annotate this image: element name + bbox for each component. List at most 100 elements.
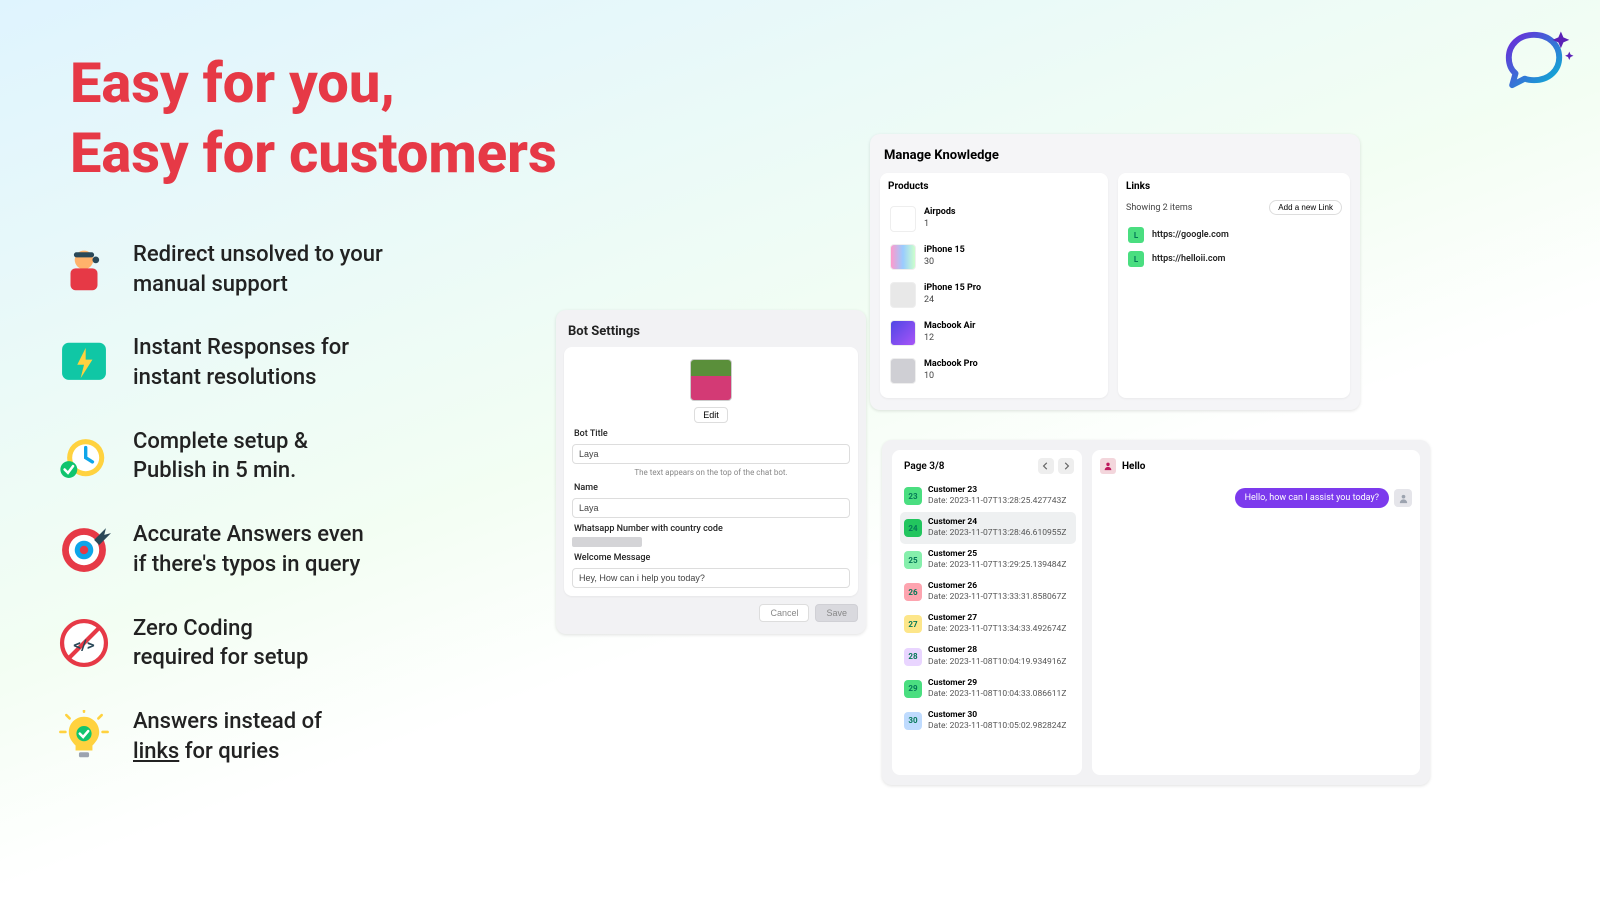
link-row[interactable]: L https://google.com (1126, 223, 1342, 247)
product-count: 10 (924, 371, 978, 383)
inbox-panel: Page 3/8 23 Customer 23 Date: 2023-11-07… (882, 440, 1430, 785)
product-count: 24 (924, 295, 981, 307)
lightning-icon (56, 336, 111, 391)
link-url: https://helloii.com (1152, 254, 1226, 264)
chat-avatar-icon (1100, 458, 1116, 474)
feature-answers: Answers instead of links for quries (56, 707, 383, 766)
whatsapp-label: Whatsapp Number with country code (574, 524, 848, 534)
bot-settings-title: Bot Settings (556, 320, 866, 347)
links-title: Links (1126, 181, 1342, 192)
headline-line2: Easy for customers (70, 118, 557, 188)
name-input[interactable] (572, 498, 850, 518)
customer-row[interactable]: 29 Customer 29 Date: 2023-11-08T10:04:33… (900, 673, 1076, 705)
feature-nocode: </> Zero Coding required for setup (56, 614, 383, 673)
link-url: https://google.com (1152, 230, 1229, 240)
chat-title: Hello (1122, 461, 1145, 472)
manage-knowledge-panel: Manage Knowledge Products Airpods 1 iPho… (870, 134, 1360, 410)
manage-knowledge-title: Manage Knowledge (880, 144, 1350, 173)
no-code-icon: </> (56, 616, 111, 671)
product-count: 12 (924, 333, 975, 345)
feature-instant: Instant Responses for instant resolution… (56, 333, 383, 392)
clock-check-icon (56, 429, 111, 484)
customer-badge-icon: 28 (904, 648, 922, 666)
bot-title-input[interactable] (572, 444, 850, 464)
link-badge-icon: L (1128, 251, 1144, 267)
link-badge-icon: L (1128, 227, 1144, 243)
product-name: iPhone 15 (924, 245, 965, 257)
customer-row[interactable]: 24 Customer 24 Date: 2023-11-07T13:28:46… (900, 512, 1076, 544)
whatsapp-input-redacted[interactable] (572, 537, 642, 547)
name-label: Name (574, 483, 848, 493)
idea-check-icon (56, 709, 111, 764)
customer-name: Customer 27 (928, 613, 1066, 624)
products-title: Products (888, 181, 1100, 192)
add-link-button[interactable]: Add a new Link (1269, 200, 1342, 215)
prev-page-button[interactable] (1038, 458, 1054, 474)
customer-row[interactable]: 28 Customer 28 Date: 2023-11-08T10:04:19… (900, 640, 1076, 672)
product-row[interactable]: iPhone 15 30 (888, 238, 1100, 276)
customer-row[interactable]: 23 Customer 23 Date: 2023-11-07T13:28:25… (900, 480, 1076, 512)
customer-date: Date: 2023-11-08T10:04:19.934916Z (928, 657, 1066, 668)
customer-row[interactable]: 25 Customer 25 Date: 2023-11-07T13:29:25… (900, 544, 1076, 576)
customer-badge-icon: 26 (904, 583, 922, 601)
product-count: 30 (924, 257, 965, 269)
product-row[interactable]: Airpods 1 (888, 200, 1100, 238)
products-card: Products Airpods 1 iPhone 15 30 iPhone 1… (880, 173, 1108, 398)
bot-settings-panel: Bot Settings Edit Bot Title The text app… (556, 310, 866, 634)
cancel-button[interactable]: Cancel (759, 604, 809, 622)
customer-badge-icon: 24 (904, 519, 922, 537)
product-name: Macbook Air (924, 321, 975, 333)
customer-row[interactable]: 26 Customer 26 Date: 2023-11-07T13:33:31… (900, 576, 1076, 608)
customer-date: Date: 2023-11-07T13:33:31.858067Z (928, 592, 1066, 603)
chat-card: Hello Hello, how can I assist you today? (1092, 450, 1420, 775)
customer-date: Date: 2023-11-08T10:04:33.086611Z (928, 689, 1066, 700)
links-showing: Showing 2 items (1126, 203, 1192, 213)
welcome-label: Welcome Message (574, 553, 848, 563)
customer-name: Customer 25 (928, 549, 1066, 560)
customer-date: Date: 2023-11-07T13:34:33.492674Z (928, 624, 1066, 635)
customer-row[interactable]: 27 Customer 27 Date: 2023-11-07T13:34:33… (900, 608, 1076, 640)
customer-name: Customer 26 (928, 581, 1066, 592)
welcome-input[interactable] (572, 568, 850, 588)
customer-row[interactable]: 30 Customer 30 Date: 2023-11-08T10:05:02… (900, 705, 1076, 737)
customer-badge-icon: 29 (904, 680, 922, 698)
feature-accurate: Accurate Answers even if there's typos i… (56, 520, 383, 579)
feature-text: Accurate Answers even if there's typos i… (133, 520, 364, 579)
feature-text: Instant Responses for instant resolution… (133, 333, 349, 392)
customer-badge-icon: 23 (904, 487, 922, 505)
customer-badge-icon: 30 (904, 712, 922, 730)
links-card: Links Showing 2 items Add a new Link L h… (1118, 173, 1350, 398)
headline-line1: Easy for you, (70, 48, 557, 118)
customer-badge-icon: 25 (904, 551, 922, 569)
customer-name: Customer 28 (928, 645, 1066, 656)
assistant-avatar-icon (1394, 489, 1412, 507)
support-agent-icon (56, 242, 111, 297)
product-thumb-icon (890, 206, 916, 232)
customer-date: Date: 2023-11-08T10:05:02.982824Z (928, 721, 1066, 732)
customer-date: Date: 2023-11-07T13:29:25.139484Z (928, 560, 1066, 571)
bot-settings-card: Edit Bot Title The text appears on the t… (564, 347, 858, 596)
feature-text: Zero Coding required for setup (133, 614, 308, 673)
save-button[interactable]: Save (815, 604, 858, 622)
headline: Easy for you, Easy for customers (70, 48, 557, 188)
product-row[interactable]: Macbook Pro 10 (888, 352, 1100, 390)
target-icon (56, 522, 111, 577)
product-row[interactable]: iPhone 15 Pro 24 (888, 276, 1100, 314)
edit-avatar-button[interactable]: Edit (694, 407, 728, 423)
link-row[interactable]: L https://helloii.com (1126, 247, 1342, 271)
feature-text: Redirect unsolved to your manual support (133, 240, 383, 299)
customer-name: Customer 30 (928, 710, 1066, 721)
customer-list-card: Page 3/8 23 Customer 23 Date: 2023-11-07… (892, 450, 1082, 775)
product-thumb-icon (890, 358, 916, 384)
next-page-button[interactable] (1058, 458, 1074, 474)
product-count: 1 (924, 219, 956, 231)
product-thumb-icon (890, 282, 916, 308)
bot-title-hint: The text appears on the top of the chat … (572, 468, 850, 477)
bot-title-label: Bot Title (574, 429, 848, 439)
product-row[interactable]: Macbook Air 12 (888, 314, 1100, 352)
bot-avatar-image (690, 359, 732, 401)
customer-name: Customer 29 (928, 678, 1066, 689)
feature-text: Answers instead of links for quries (133, 707, 322, 766)
product-name: iPhone 15 Pro (924, 283, 981, 295)
feature-redirect: Redirect unsolved to your manual support (56, 240, 383, 299)
